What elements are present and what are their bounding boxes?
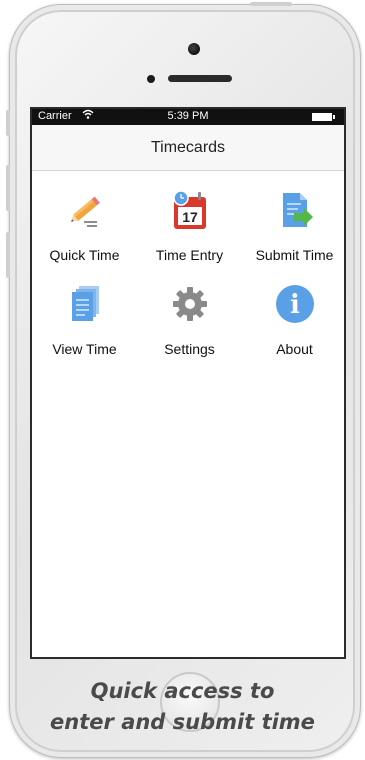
proximity-sensor — [147, 75, 155, 83]
settings-label: Settings — [164, 341, 215, 357]
info-letter: i — [290, 290, 300, 320]
caption-line-1: Quick access to — [90, 679, 275, 703]
battery-icon — [312, 113, 332, 121]
submit-document-icon — [274, 189, 316, 231]
pencil-icon — [64, 189, 106, 231]
app-screen: Carrier 5:39 PM Timecards Quick Time 17 … — [30, 107, 346, 659]
about-button[interactable]: i About — [242, 279, 344, 369]
submit-time-label: Submit Time — [255, 247, 334, 263]
time-entry-button[interactable]: 17 Time Entry — [137, 185, 242, 275]
view-time-label: View Time — [52, 341, 117, 357]
settings-button[interactable]: Settings — [137, 279, 242, 369]
time-entry-label: Time Entry — [155, 247, 224, 263]
navigation-bar: Timecards — [32, 125, 344, 171]
caption-line-2: enter and submit time — [50, 710, 315, 734]
about-label: About — [276, 341, 313, 357]
quick-time-button[interactable]: Quick Time — [32, 185, 137, 275]
info-icon: i — [274, 283, 316, 325]
status-bar: Carrier 5:39 PM — [32, 109, 344, 125]
quick-time-label: Quick Time — [49, 247, 120, 263]
documents-stack-icon — [64, 283, 106, 325]
page-title: Timecards — [150, 139, 226, 156]
power-button — [250, 2, 292, 6]
front-camera — [188, 43, 200, 55]
volume-down-button — [6, 232, 10, 278]
page: Carrier 5:39 PM Timecards Quick Time 17 … — [0, 0, 365, 760]
volume-up-button — [6, 165, 10, 211]
submit-time-button[interactable]: Submit Time — [242, 185, 344, 275]
mute-switch — [6, 110, 10, 136]
view-time-button[interactable]: View Time — [32, 279, 137, 369]
battery-tip — [333, 115, 335, 119]
calendar-icon: 17 — [169, 189, 211, 231]
calendar-day-text: 17 — [182, 209, 198, 225]
gear-icon — [169, 283, 211, 325]
earpiece-speaker — [168, 75, 232, 82]
status-time: 5:39 PM — [167, 110, 209, 122]
